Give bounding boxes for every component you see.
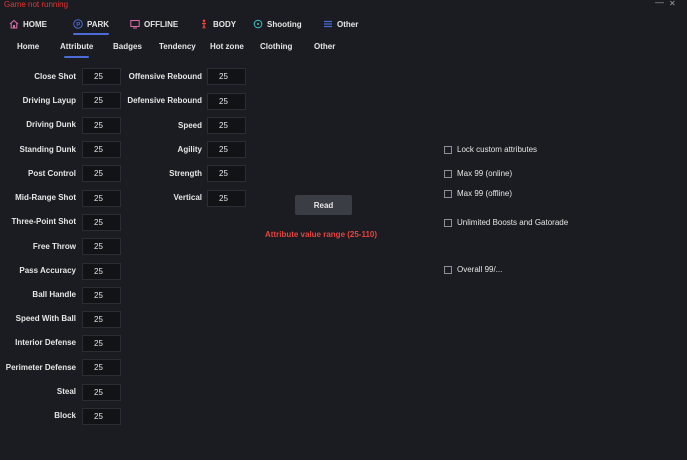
checkbox[interactable]: [444, 145, 452, 154]
attr-label: Driving Dunk: [26, 120, 76, 129]
tab-other[interactable]: Other: [314, 42, 335, 51]
option-label: Overall 99/...: [457, 265, 503, 274]
nav-home-label: HOME: [23, 19, 47, 29]
nav-body-label: BODY: [213, 19, 237, 29]
attr-label: Speed: [177, 121, 202, 130]
attribute-range-note: Attribute value range (25-110): [265, 230, 378, 239]
sub-nav: Home Attribute Badges Tendency Hot zone …: [0, 40, 687, 58]
option-label: Lock custom attributes: [457, 145, 538, 154]
game-status-text: Game not running: [4, 0, 69, 9]
nav-other[interactable]: Other: [323, 16, 358, 32]
attr-label: Driving Layup: [22, 96, 76, 105]
attr-input-offensive-rebound[interactable]: [207, 68, 246, 85]
attr-label: Defensive Rebound: [127, 96, 202, 105]
tab-clothing[interactable]: Clothing: [260, 42, 292, 51]
option-label: Unlimited Boosts and Gatorade: [457, 218, 569, 227]
attr-label: Free Throw: [32, 242, 76, 251]
attr-label: Pass Accuracy: [19, 266, 76, 275]
option-overall-99[interactable]: Overall 99/...: [444, 265, 502, 274]
attr-label: Speed With Ball: [15, 314, 76, 323]
attr-label: Perimeter Defense: [5, 363, 76, 372]
svg-text:P: P: [76, 22, 80, 28]
close-icon[interactable]: ✕: [669, 0, 676, 8]
checkbox[interactable]: [444, 189, 452, 198]
option-max-99-online[interactable]: Max 99 (online): [444, 169, 512, 178]
option-max-99-offline[interactable]: Max 99 (offline): [444, 189, 512, 198]
nav-shooting[interactable]: Shooting: [253, 16, 302, 32]
attr-input-block[interactable]: [82, 408, 121, 425]
attr-label: Post Control: [28, 169, 76, 178]
attr-input-speed-with-ball[interactable]: [82, 311, 121, 328]
tab-tendency[interactable]: Tendency: [159, 42, 196, 51]
nav-body[interactable]: BODY: [199, 16, 236, 32]
attr-input-agility[interactable]: [207, 141, 246, 158]
attr-label: Offensive Rebound: [128, 72, 202, 81]
attr-label: Interior Defense: [15, 338, 76, 347]
attr-input-speed[interactable]: [207, 117, 246, 134]
checkbox[interactable]: [444, 265, 452, 274]
attr-input-strength[interactable]: [207, 165, 246, 182]
attr-input-interior-defense[interactable]: [82, 335, 121, 352]
tab-attribute[interactable]: Attribute: [60, 42, 93, 58]
nav-park[interactable]: P PARK: [73, 16, 110, 35]
attr-label: Strength: [169, 169, 202, 178]
attr-label: Vertical: [173, 193, 202, 202]
park-p-icon: P: [73, 19, 83, 29]
attr-input-vertical[interactable]: [207, 190, 246, 207]
attr-label: Close Shot: [34, 72, 76, 81]
tab-hot-zone[interactable]: Hot zone: [210, 42, 244, 51]
option-lock-custom-attributes[interactable]: Lock custom attributes: [444, 145, 537, 154]
person-icon: [199, 19, 209, 29]
attr-input-pass-accuracy[interactable]: [82, 263, 121, 280]
minimize-icon[interactable]: —: [655, 0, 664, 7]
attr-input-ball-handle[interactable]: [82, 287, 121, 304]
monitor-icon: [130, 19, 140, 29]
home-icon: [9, 19, 19, 29]
read-button[interactable]: Read: [295, 195, 352, 215]
attr-input-steal[interactable]: [82, 384, 121, 401]
attr-label: Agility: [177, 145, 202, 154]
nav-shooting-label: Shooting: [267, 19, 302, 29]
checkbox[interactable]: [444, 169, 452, 178]
title-bar: Game not running — ✕: [0, 0, 687, 10]
attr-label: Block: [54, 411, 76, 420]
top-nav: HOME P PARK OFFLINE BODY Shooting Other: [0, 14, 687, 35]
nav-park-label: PARK: [87, 19, 110, 29]
attr-label: Ball Handle: [32, 290, 76, 299]
tab-home[interactable]: Home: [17, 42, 39, 51]
nav-home[interactable]: HOME: [9, 16, 47, 32]
attr-label: Steal: [56, 387, 76, 396]
nav-offline[interactable]: OFFLINE: [130, 16, 178, 32]
attr-input-perimeter-defense[interactable]: [82, 359, 121, 376]
attr-input-free-throw[interactable]: [82, 238, 121, 255]
attr-label: Mid-Range Shot: [15, 193, 76, 202]
crosshair-icon: [253, 19, 263, 29]
tab-badges[interactable]: Badges: [113, 42, 142, 51]
attr-label: Standing Dunk: [19, 145, 76, 154]
option-label: Max 99 (online): [457, 169, 513, 178]
attr-input-three-point-shot[interactable]: [82, 214, 121, 231]
nav-other-label: Other: [337, 19, 359, 29]
option-label: Max 99 (offline): [457, 189, 512, 198]
option-unlimited-boosts[interactable]: Unlimited Boosts and Gatorade: [444, 218, 568, 227]
attr-input-defensive-rebound[interactable]: [207, 93, 246, 110]
list-icon: [323, 19, 333, 29]
attr-label: Three-Point Shot: [11, 217, 76, 226]
checkbox[interactable]: [444, 218, 452, 227]
nav-offline-label: OFFLINE: [144, 19, 179, 29]
